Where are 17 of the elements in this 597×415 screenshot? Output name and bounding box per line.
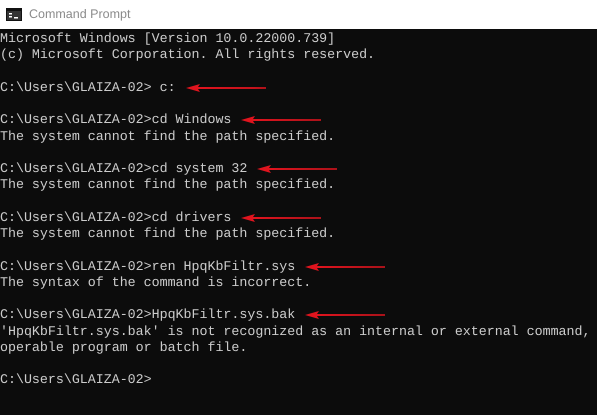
command-line: C:\Users\GLAIZA-02>cd Windows [0,112,232,128]
output-line: The system cannot find the path specified. [0,128,336,145]
output-line: The system cannot find the path specified. [0,226,336,242]
command-line: C:\Users\GLAIZA-02>cd drivers [0,210,232,226]
output-line: The syntax of the command is incorrect. [0,274,312,291]
output-line: Microsoft Windows [Version 10.0.22000.739] [0,31,336,48]
command-line: C:\Users\GLAIZA-02>HpqKbFiltr.sys.bak [0,307,296,324]
output-line: The system cannot find the path specified. [0,177,336,194]
command-line: C:\Users\GLAIZA-02> [0,372,152,388]
command-line: C:\Users\GLAIZA-02> c: [0,80,176,96]
command-line: C:\Users\GLAIZA-02>cd system 32 [0,161,248,178]
output-line: operable program or batch file. [0,340,248,356]
command-line: C:\Users\GLAIZA-02>ren HpqKbFiltr.sys [0,258,296,275]
terminal-icon [6,8,22,21]
output-line: 'HpqKbFiltr.sys.bak' is not recognized as an internal or external command, [0,324,590,340]
output-line: (c) Microsoft Corporation. All rights reserved. [0,47,376,64]
window-title: Command Prompt [29,6,130,24]
